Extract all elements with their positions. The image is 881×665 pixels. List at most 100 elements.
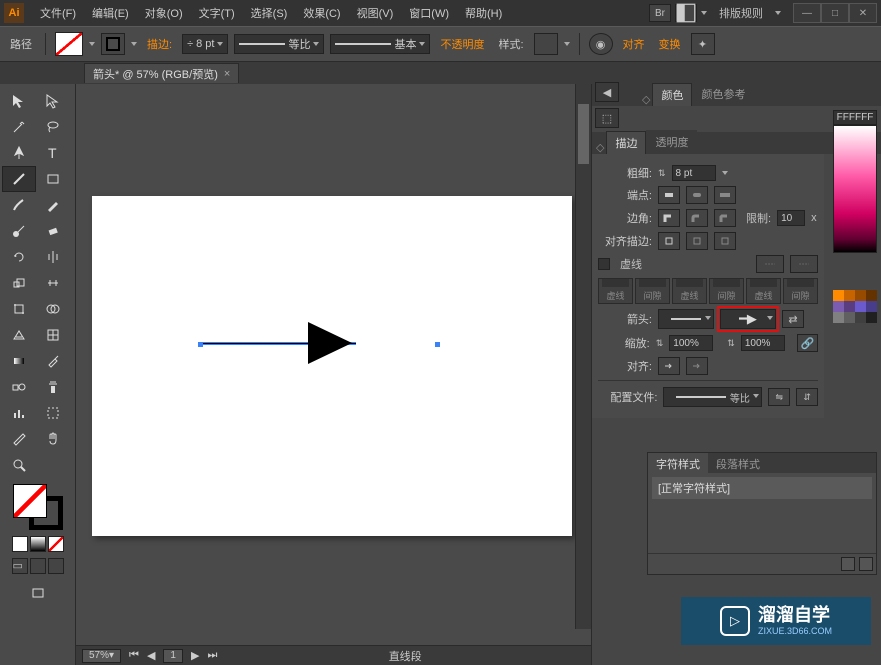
none-mode-button[interactable] [48, 536, 64, 552]
weight-dropdown-icon[interactable] [722, 171, 728, 175]
line-tool[interactable] [2, 166, 36, 192]
vertical-scrollbar[interactable] [575, 84, 591, 629]
blend-tool[interactable] [2, 374, 36, 400]
pen-tool[interactable] [2, 140, 36, 166]
char-style-item[interactable]: [正常字符样式] [652, 477, 872, 499]
nav-first-icon[interactable]: ⏮ [129, 649, 139, 662]
pencil-tool[interactable] [36, 192, 70, 218]
dash-align-2[interactable] [790, 255, 818, 273]
layout-rules-label[interactable]: 排版规则 [719, 5, 763, 21]
tab-para-styles[interactable]: 段落样式 [708, 453, 768, 473]
arrow-align-2[interactable] [686, 357, 708, 375]
magic-wand-tool[interactable] [2, 114, 36, 140]
window-minimize[interactable]: — [793, 3, 821, 23]
window-close[interactable]: ✕ [849, 3, 877, 23]
color-mode-button[interactable] [12, 536, 28, 552]
stroke-weight-input[interactable]: ÷8 pt [182, 34, 228, 54]
new-style-button[interactable] [841, 557, 855, 571]
style-box[interactable] [534, 33, 558, 55]
artboard[interactable] [92, 196, 572, 536]
dash-checkbox[interactable] [598, 258, 610, 270]
fill-stroke-indicator[interactable] [13, 484, 63, 530]
cap-round-button[interactable] [686, 186, 708, 204]
print-tiling-tool[interactable] [36, 452, 70, 478]
cap-square-button[interactable] [714, 186, 736, 204]
eyedropper-tool[interactable] [36, 348, 70, 374]
weight-input[interactable] [672, 165, 716, 181]
align-stroke-outside[interactable] [714, 232, 736, 250]
draw-behind-button[interactable] [48, 558, 64, 574]
cap-butt-button[interactable] [658, 186, 680, 204]
document-tab[interactable]: 箭头* @ 57% (RGB/预览) × [84, 63, 239, 83]
align-stroke-inside[interactable] [686, 232, 708, 250]
dock-icon-2[interactable]: ⬚ [595, 108, 619, 128]
tab-char-styles[interactable]: 字符样式 [648, 453, 708, 473]
transform-label[interactable]: 变换 [659, 36, 681, 52]
layout-icon[interactable] [675, 4, 697, 22]
shape-builder-tool[interactable] [36, 296, 70, 322]
menu-effect[interactable]: 效果(C) [295, 1, 348, 25]
layout-dropdown-icon[interactable] [701, 11, 707, 15]
dash-cell-2[interactable]: 虚线 [672, 278, 707, 304]
menu-select[interactable]: 选择(S) [243, 1, 296, 25]
swap-arrows-button[interactable]: ⇄ [782, 310, 804, 328]
recolor-button[interactable]: ◉ [589, 33, 613, 55]
stepper-icon[interactable]: ⇅ [727, 338, 735, 349]
perspective-tool[interactable] [2, 322, 36, 348]
reflect-tool[interactable] [36, 244, 70, 270]
type-tool[interactable]: T [36, 140, 70, 166]
page-field[interactable]: 1 [163, 649, 183, 663]
rectangle-tool[interactable] [36, 166, 70, 192]
flip-y-button[interactable]: ⇵ [796, 388, 818, 406]
change-screen-mode[interactable] [21, 580, 55, 606]
scale-tool[interactable] [2, 270, 36, 296]
stroke-swatch[interactable] [101, 33, 125, 55]
rules-dropdown-icon[interactable] [775, 11, 781, 15]
dash-cell-0[interactable]: 虚线 [598, 278, 633, 304]
limit-input[interactable] [777, 210, 805, 226]
dock-icon-1[interactable]: ◀ [595, 82, 619, 102]
fill-dropdown-icon[interactable] [89, 42, 95, 46]
menu-window[interactable]: 窗口(W) [401, 1, 457, 25]
corner-bevel-button[interactable] [714, 209, 736, 227]
arrow-start-select[interactable] [658, 309, 714, 329]
nav-last-icon[interactable]: ⏭ [207, 649, 217, 662]
zoom-tool[interactable] [2, 452, 36, 478]
menu-file[interactable]: 文件(F) [32, 1, 84, 25]
stepper-icon[interactable]: ⇅ [658, 168, 666, 179]
arrow-end-select[interactable]: ━▶ [720, 309, 776, 329]
symbol-sprayer-tool[interactable] [36, 374, 70, 400]
hand-tool[interactable] [36, 426, 70, 452]
dash-cell-3[interactable]: 间隙 [709, 278, 744, 304]
dash-cell-4[interactable]: 虚线 [746, 278, 781, 304]
profile-dropdown[interactable]: 等比 [234, 34, 324, 54]
tab-close-icon[interactable]: × [224, 68, 230, 80]
menu-type[interactable]: 文字(T) [191, 1, 243, 25]
dash-align-1[interactable] [756, 255, 784, 273]
menu-object[interactable]: 对象(O) [137, 1, 191, 25]
brush-dropdown[interactable]: 基本 [330, 34, 430, 54]
eraser-tool[interactable] [36, 218, 70, 244]
nav-prev-icon[interactable]: ◀ [147, 649, 155, 662]
scale-start-input[interactable] [669, 335, 713, 351]
opacity-label[interactable]: 不透明度 [440, 36, 484, 52]
free-transform-tool[interactable] [2, 296, 36, 322]
dash-cell-1[interactable]: 间隙 [635, 278, 670, 304]
selection-tool[interactable] [2, 88, 36, 114]
scale-end-input[interactable] [741, 335, 785, 351]
menu-help[interactable]: 帮助(H) [457, 1, 510, 25]
nav-next-icon[interactable]: ▶ [191, 649, 199, 662]
align-label[interactable]: 对齐 [623, 36, 645, 52]
column-graph-tool[interactable] [2, 400, 36, 426]
dash-cell-5[interactable]: 间隙 [783, 278, 818, 304]
style-dropdown-icon[interactable] [564, 42, 570, 46]
direct-selection-tool[interactable] [36, 88, 70, 114]
corner-miter-button[interactable] [658, 209, 680, 227]
gradient-mode-button[interactable] [30, 536, 46, 552]
canvas-area[interactable]: 57% ▾ ⏮ ◀ 1 ▶ ⏭ 直线段 [76, 84, 591, 665]
stroke-dropdown-icon[interactable] [131, 42, 137, 46]
corner-round-button[interactable] [686, 209, 708, 227]
profile-select[interactable]: 等比 [663, 387, 762, 407]
stroke-label[interactable]: 描边: [147, 36, 172, 52]
arrow-align-1[interactable] [658, 357, 680, 375]
